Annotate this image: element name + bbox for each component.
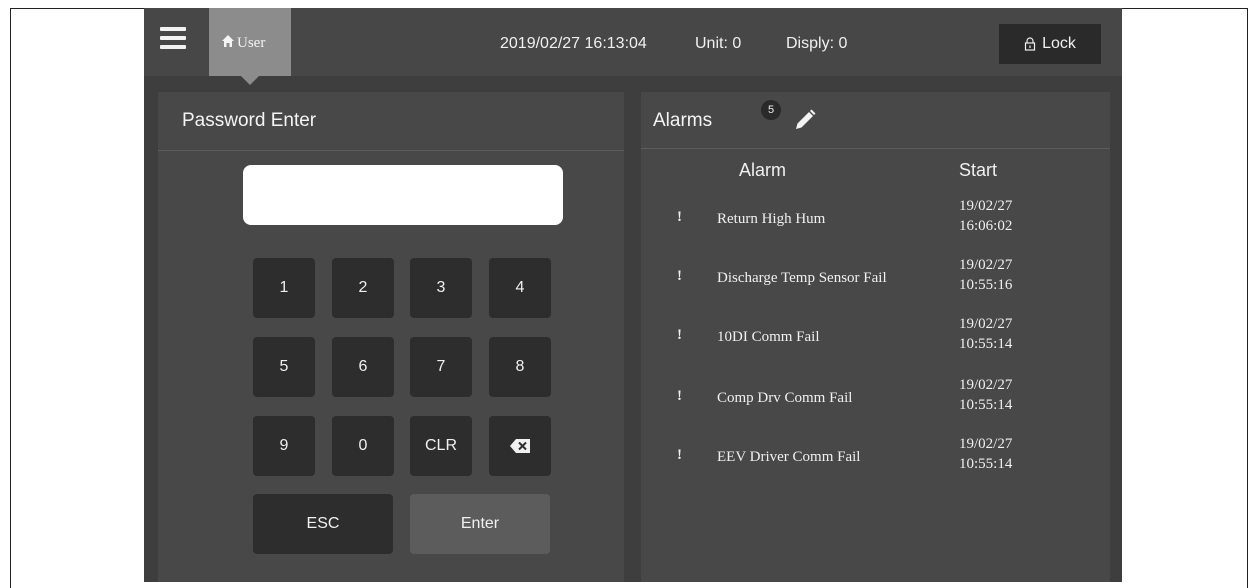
user-tab[interactable]: User [209,8,291,76]
alarm-warning-icon: ! [677,209,682,225]
column-header-start: Start [959,160,998,180]
alarm-row[interactable]: ! Return High Hum 19/02/27 16:06:02 [641,196,1110,254]
alarm-start: 19/02/27 16:06:02 [959,196,1012,236]
key-8[interactable]: 8 [489,337,551,397]
key-1[interactable]: 1 [253,258,315,318]
datetime-display: 2019/02/27 16:13:04 [500,35,647,52]
alarm-name: Comp Drv Comm Fail [717,390,853,406]
user-tab-pointer [241,76,259,85]
key-0[interactable]: 0 [332,416,394,476]
home-icon [222,35,234,47]
hmi-screen: User 2019/02/27 16:13:04 Unit: 0 Disply:… [144,8,1122,582]
alarm-warning-icon: ! [677,447,682,463]
edit-pencil-icon[interactable] [793,108,817,132]
alarm-start: 19/02/27 10:55:14 [959,375,1012,415]
alarm-row[interactable]: ! EEV Driver Comm Fail 19/02/27 10:55:14 [641,434,1110,492]
top-bar: User 2019/02/27 16:13:04 Unit: 0 Disply:… [144,8,1122,85]
lock-icon [1024,37,1036,51]
alarm-start-date: 19/02/27 [959,257,1013,273]
key-3[interactable]: 3 [410,258,472,318]
alarm-row[interactable]: ! Comp Drv Comm Fail 19/02/27 10:55:14 [641,375,1110,433]
alarm-start-time: 16:06:02 [959,218,1013,234]
alarm-start: 19/02/27 10:55:14 [959,314,1012,354]
key-9[interactable]: 9 [253,416,315,476]
alarm-start-time: 10:55:14 [959,336,1013,352]
key-7[interactable]: 7 [410,337,472,397]
column-header-alarm: Alarm [739,160,787,180]
key-clear[interactable]: CLR [410,416,472,476]
alarm-warning-icon: ! [677,327,682,343]
enter-button[interactable]: Enter [410,494,550,554]
unit-display: Unit: 0 [695,35,742,52]
esc-button[interactable]: ESC [253,494,393,554]
backspace-icon [510,439,530,453]
alarm-name: 10DI Comm Fail [717,329,820,345]
alarm-start-date: 19/02/27 [959,377,1013,393]
alarm-start-time: 10:55:16 [959,277,1013,293]
user-tab-label: User [237,35,266,51]
panel-divider [641,148,1110,149]
menu-icon[interactable] [160,27,186,49]
lock-label: Lock [1042,35,1076,52]
display-indicator: Disply: 0 [786,35,848,52]
alarm-start-date: 19/02/27 [959,436,1013,452]
key-4[interactable]: 4 [489,258,551,318]
alarm-warning-icon: ! [677,388,682,404]
lock-button[interactable]: Lock [999,24,1101,64]
key-6[interactable]: 6 [332,337,394,397]
password-panel: Password Enter 1 2 3 4 5 6 7 8 9 0 CLR E… [158,92,624,582]
alarm-start-date: 19/02/27 [959,316,1013,332]
alarm-name: Return High Hum [717,211,826,227]
alarm-row[interactable]: ! 10DI Comm Fail 19/02/27 10:55:14 [641,314,1110,372]
alarm-start: 19/02/27 10:55:14 [959,434,1012,474]
alarm-count-badge: 5 [761,100,781,120]
alarm-start: 19/02/27 10:55:16 [959,255,1012,295]
key-backspace[interactable] [489,416,551,476]
alarm-name: Discharge Temp Sensor Fail [717,270,887,286]
password-input[interactable] [243,165,563,225]
panel-divider [158,150,624,151]
alarm-start-time: 10:55:14 [959,456,1013,472]
password-panel-title: Password Enter [182,110,317,131]
alarm-row[interactable]: ! Discharge Temp Sensor Fail 19/02/27 10… [641,255,1110,313]
key-5[interactable]: 5 [253,337,315,397]
alarms-panel-title: Alarms [653,110,713,131]
alarm-name: EEV Driver Comm Fail [717,449,861,465]
key-2[interactable]: 2 [332,258,394,318]
alarm-start-time: 10:55:14 [959,397,1013,413]
alarm-warning-icon: ! [677,268,682,284]
alarms-panel: Alarms 5 Alarm Start ! Return High Hum 1… [641,92,1110,582]
alarm-start-date: 19/02/27 [959,198,1013,214]
